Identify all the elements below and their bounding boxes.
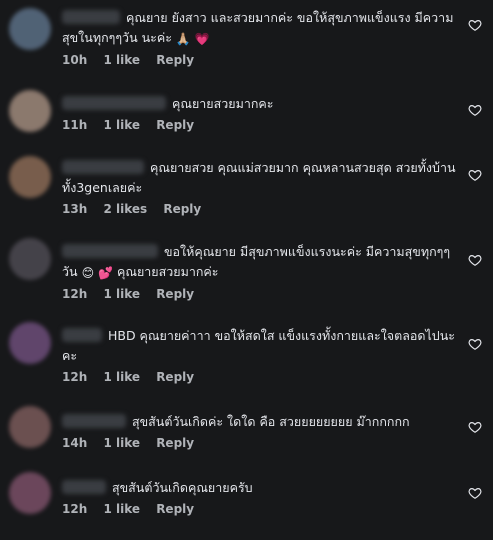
heart-icon[interactable]	[468, 420, 482, 434]
comment-time: 13h	[62, 202, 88, 216]
likes-count[interactable]: 1 like	[103, 436, 140, 450]
comment-item: HBD คุณยายค่าาา ขอให้สดใส แข็งแรงทั้งกาย…	[0, 318, 493, 398]
comment-text: คุณยายสวยมากค่ะ	[117, 264, 219, 279]
comment-text: HBD คุณยายค่าาา ขอให้สดใส แข็งแรงทั้งกาย…	[62, 328, 455, 363]
reply-button[interactable]: Reply	[156, 502, 194, 516]
heart-icon[interactable]	[468, 486, 482, 500]
emoji: 💗	[194, 32, 210, 46]
emoji: 🙏🏼	[175, 32, 191, 46]
emoji: 💕	[98, 266, 114, 280]
reply-button[interactable]: Reply	[163, 202, 201, 216]
username[interactable]	[62, 480, 106, 494]
avatar[interactable]	[9, 8, 51, 50]
comment-text: คุณยาย ยังสาว และสวยมากค่ะ ขอให้สุขภาพแข…	[62, 10, 454, 45]
username[interactable]	[62, 414, 126, 428]
heart-icon[interactable]	[468, 103, 482, 117]
comment-time: 14h	[62, 436, 88, 450]
comment-item: คุณยายสวยมากคะ 11h 1 like Reply	[0, 86, 493, 146]
avatar[interactable]	[9, 238, 51, 280]
comment-time: 10h	[62, 53, 88, 67]
reply-button[interactable]: Reply	[156, 287, 194, 301]
heart-icon[interactable]	[468, 337, 482, 351]
comment-time: 12h	[62, 502, 88, 516]
username[interactable]	[62, 10, 120, 24]
heart-icon[interactable]	[468, 168, 482, 182]
comment-item: คุณยาย ยังสาว และสวยมากค่ะ ขอให้สุขภาพแข…	[0, 0, 493, 80]
comment-item: สุขสันต์วันเกิดคุณยายครับ 12h 1 like Rep…	[0, 470, 493, 532]
comment-item: สุขสันต์วันเกิดค่ะ ใดใด คือ สวยยยยยยยย ม…	[0, 404, 493, 464]
comment-time: 12h	[62, 287, 88, 301]
username[interactable]	[62, 160, 144, 174]
comment-time: 12h	[62, 370, 88, 384]
likes-count[interactable]: 1 like	[103, 53, 140, 67]
likes-count[interactable]: 1 like	[103, 502, 140, 516]
avatar[interactable]	[9, 406, 51, 448]
comment-item: คุณยายสวย คุณแม่สวยมาก คุณหลานสวยสุด สวย…	[0, 150, 493, 230]
username[interactable]	[62, 96, 166, 110]
likes-count[interactable]: 1 like	[103, 287, 140, 301]
likes-count[interactable]: 2 likes	[103, 202, 147, 216]
username[interactable]	[62, 244, 158, 258]
likes-count[interactable]: 1 like	[103, 370, 140, 384]
comment-time: 11h	[62, 118, 88, 132]
avatar[interactable]	[9, 156, 51, 198]
avatar[interactable]	[9, 322, 51, 364]
reply-button[interactable]: Reply	[156, 53, 194, 67]
heart-icon[interactable]	[468, 253, 482, 267]
heart-icon[interactable]	[468, 18, 482, 32]
comment-text: คุณยายสวยมากคะ	[171, 96, 274, 111]
reply-button[interactable]: Reply	[156, 118, 194, 132]
likes-count[interactable]: 1 like	[103, 118, 140, 132]
comment-item: ขอให้คุณยาย มีสุขภาพแข็งแรงนะค่ะ มีความส…	[0, 234, 493, 314]
reply-button[interactable]: Reply	[156, 370, 194, 384]
avatar[interactable]	[9, 90, 51, 132]
comment-text: สุขสันต์วันเกิดคุณยายครับ	[111, 480, 253, 495]
comment-list: คุณยาย ยังสาว และสวยมากค่ะ ขอให้สุขภาพแข…	[0, 0, 493, 540]
avatar[interactable]	[9, 472, 51, 514]
username[interactable]	[62, 328, 102, 342]
emoji: 😊	[81, 266, 95, 280]
comment-text: สุขสันต์วันเกิดค่ะ ใดใด คือ สวยยยยยยยย ม…	[131, 414, 410, 429]
reply-button[interactable]: Reply	[156, 436, 194, 450]
